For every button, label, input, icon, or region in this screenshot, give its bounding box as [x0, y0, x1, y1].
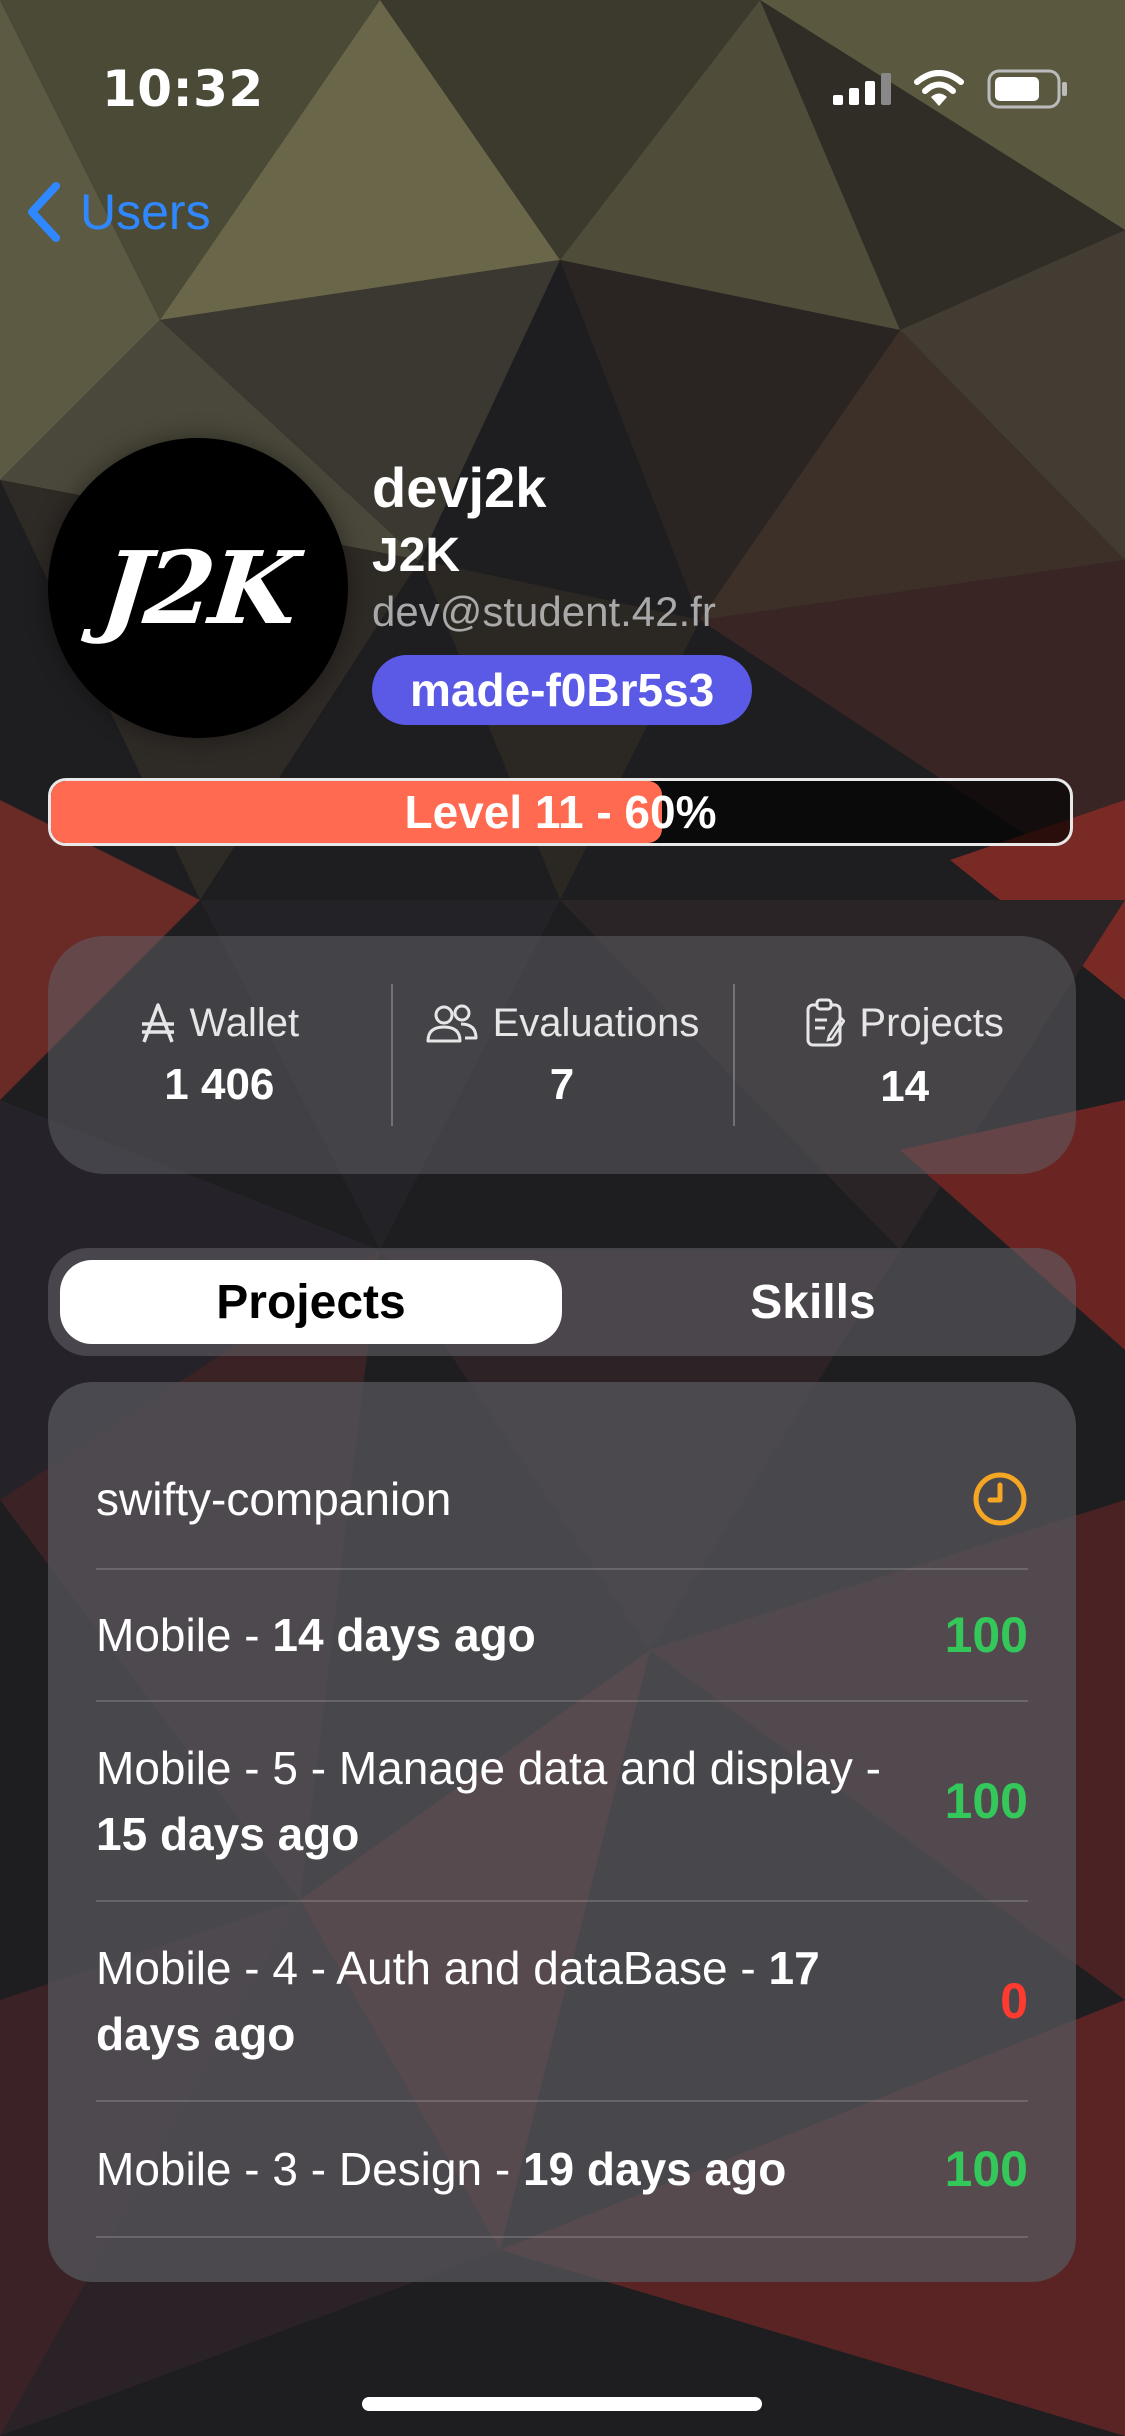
back-button[interactable]: Users [26, 182, 211, 242]
profile-email: dev@student.42.fr [372, 588, 716, 635]
project-name: Mobile - 5 - Manage data and display [96, 1742, 853, 1794]
list-item[interactable]: Mobile - 5 - Manage data and display - 1… [96, 1702, 1028, 1902]
stat-value: 14 [880, 1062, 930, 1111]
clipboard-icon [806, 998, 846, 1047]
project-title: Mobile - 14 days ago [96, 1609, 536, 1661]
status-icons [833, 64, 1069, 114]
chevron-left-icon [28, 182, 60, 242]
people-icon [426, 1004, 478, 1043]
project-name: swifty-companion [96, 1473, 452, 1525]
project-date: 19 days ago [522, 2143, 787, 2195]
stat-label: Wallet [189, 1000, 300, 1045]
avatar: J2K [48, 438, 348, 738]
project-mark: 100 [944, 1773, 1028, 1829]
back-label: Users [80, 184, 211, 240]
home-indicator [362, 2397, 762, 2411]
signal-icon [833, 73, 891, 105]
profile-display-name: J2K [372, 529, 461, 582]
list-item[interactable]: swifty-companion [96, 1430, 1028, 1570]
project-title: Mobile - 3 - Design - 19 days ago [96, 2143, 787, 2195]
battery-icon [987, 69, 1067, 109]
clock-icon [973, 1472, 1027, 1526]
tab-projects[interactable]: Projects [60, 1260, 562, 1344]
tab-segmented-control: Projects Skills [48, 1248, 1076, 1356]
stats-card: Wallet 1 406 Evaluations 7 Projects 14 [48, 936, 1076, 1174]
project-mark: 0 [1000, 1973, 1028, 2029]
project-title: Mobile - 5 - Manage data and display - 1… [96, 1742, 881, 1860]
currency-icon [141, 1003, 174, 1043]
avatar-text: J2K [95, 529, 301, 647]
level-progress-bar: Level 11 - 60% [48, 778, 1073, 846]
project-title: Mobile - 4 - Auth and dataBase - 17 days… [96, 1942, 820, 2060]
project-name: Mobile - 4 - Auth and dataBase [96, 1942, 728, 1994]
project-name: Mobile [96, 1609, 232, 1661]
stat-value: 1 406 [164, 1059, 275, 1109]
stat-evaluations: Evaluations 7 [390, 936, 734, 1174]
wifi-icon [914, 70, 964, 106]
project-date: 14 days ago [272, 1609, 536, 1661]
stat-wallet: Wallet 1 406 [48, 936, 391, 1174]
project-mark: 100 [944, 1607, 1028, 1663]
tab-skills[interactable]: Skills [562, 1260, 1064, 1344]
level-label: Level 11 - 60% [404, 786, 717, 838]
projects-list: swifty-companion Mobile - 14 days ago 10… [48, 1382, 1076, 2282]
profile-login: devj2k [372, 456, 547, 519]
campus-badge: made-f0Br5s3 [372, 655, 753, 725]
project-name: Mobile - 3 - Design [96, 2143, 483, 2195]
list-item[interactable]: Mobile - 3 - Design - 19 days ago 100 [96, 2102, 1028, 2238]
list-item[interactable]: Mobile - 14 days ago 100 [96, 1570, 1028, 1702]
stat-value: 7 [549, 1059, 575, 1109]
list-item[interactable]: Mobile - 4 - Auth and dataBase - 17 days… [96, 1902, 1028, 2102]
stat-projects: Projects 14 [733, 936, 1076, 1174]
status-time: 10:32 [102, 60, 264, 118]
project-mark: 100 [944, 2141, 1028, 2197]
stat-label: Evaluations [492, 1000, 700, 1045]
project-date: 15 days ago [96, 1808, 360, 1860]
stat-label: Projects [859, 1000, 1004, 1045]
